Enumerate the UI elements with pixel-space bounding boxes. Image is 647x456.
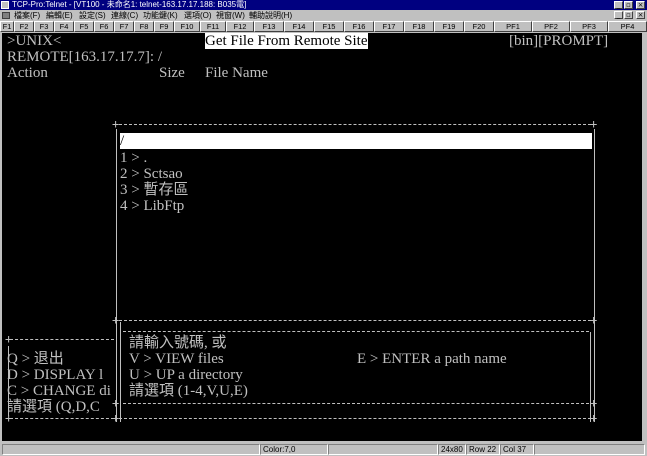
directory-entry[interactable]: 2 > Sctsao [120, 166, 183, 182]
doc-minimize-button[interactable]: _ [614, 11, 623, 19]
left-menu-quit[interactable]: Q > 退出 [7, 351, 64, 367]
menu-bar: 檔案(F) 編輯(E) 設定(S) 連線(C) 功能鍵(K) 選項(O) 視窗(… [0, 10, 647, 21]
mode-indicator: [bin][PROMPT] [509, 33, 609, 49]
fkey-f14[interactable]: F14 [284, 21, 314, 32]
fkey-f9[interactable]: F9 [154, 21, 174, 32]
fkey-f7[interactable]: F7 [114, 21, 134, 32]
box-border-right [594, 129, 595, 322]
left-menu-border-top [10, 339, 114, 340]
prompt-instruction: 請輸入號碼, 或 [129, 335, 227, 351]
minimize-button[interactable]: _ [614, 1, 623, 9]
column-file-name: File Name [205, 65, 268, 81]
box-corner: + [590, 411, 598, 425]
directory-entry[interactable]: 4 > LibFtp [120, 198, 184, 214]
fkey-f5[interactable]: F5 [74, 21, 94, 32]
fkey-f10[interactable]: F10 [174, 21, 200, 32]
status-col: Col 37 [500, 444, 534, 455]
fkey-f4[interactable]: F4 [54, 21, 74, 32]
directory-entry[interactable]: 3 > 暫存區 [120, 182, 188, 198]
fkey-f2[interactable]: F2 [14, 21, 34, 32]
option-up-directory[interactable]: U > UP a directory [129, 367, 243, 383]
fkey-f19[interactable]: F19 [434, 21, 464, 32]
left-menu-display[interactable]: D > DISPLAY l [7, 367, 103, 383]
menu-connection[interactable]: 連線(C) [111, 10, 138, 21]
box-border-top [119, 124, 591, 125]
status-color: Color:7,0 [260, 444, 328, 455]
box-corner: + [112, 396, 120, 410]
status-bar: Color:7,0 24x80 Row 22 Col 37 [0, 442, 647, 456]
option-prompt: 請選項 (1-4,V,U,E) [129, 383, 248, 399]
menu-help[interactable]: 輔助說明(H) [249, 10, 292, 21]
box-corner: + [590, 117, 598, 131]
fkey-pf3[interactable]: PF3 [570, 21, 608, 32]
fkey-f15[interactable]: F15 [314, 21, 344, 32]
close-button[interactable]: × [636, 1, 645, 9]
fkey-f20[interactable]: F20 [464, 21, 494, 32]
status-row: Row 22 [466, 444, 500, 455]
menu-file[interactable]: 檔案(F) [14, 10, 40, 21]
status-message [2, 444, 260, 455]
doc-close-button[interactable]: × [636, 11, 645, 19]
prompt-box-inner-top [123, 331, 589, 332]
fkey-f6[interactable]: F6 [94, 21, 114, 32]
maximize-button[interactable]: ▫ [624, 1, 633, 9]
box-border-left [116, 129, 117, 322]
left-menu-border-bottom [10, 418, 114, 419]
column-action: Action [7, 65, 48, 81]
status-size: 24x80 [438, 444, 466, 455]
fkey-f13[interactable]: F13 [254, 21, 284, 32]
prompt-box-top [119, 320, 591, 321]
prompt-box-inner-bottom [123, 403, 589, 404]
left-menu-prompt: 請選項 (Q,D,C [7, 399, 100, 415]
box-corner: + [5, 332, 13, 346]
menu-options[interactable]: 選項(O) [184, 10, 212, 21]
remote-path: REMOTE[163.17.17.7]: / [7, 49, 162, 65]
option-enter-path[interactable]: E > ENTER a path name [357, 351, 507, 367]
menu-settings[interactable]: 設定(S) [79, 10, 106, 21]
fkey-f3[interactable]: F3 [34, 21, 54, 32]
box-corner: + [590, 313, 598, 327]
divider-left-b [120, 322, 121, 422]
fkey-pf1[interactable]: PF1 [494, 21, 532, 32]
screen-heading: Get File From Remote Site [205, 33, 368, 49]
option-view-files[interactable]: V > VIEW files [129, 351, 224, 367]
menu-window[interactable]: 視窗(W) [216, 10, 245, 21]
terminal-screen[interactable]: >UNIX< Get File From Remote Site [bin][P… [2, 33, 642, 441]
prompt-box-bottom [119, 418, 591, 419]
fkey-f11[interactable]: F11 [200, 21, 226, 32]
column-size: Size [159, 65, 185, 81]
doc-maximize-button[interactable]: ▫ [624, 11, 633, 19]
directory-entry[interactable]: 1 > . [120, 150, 147, 166]
fkey-f17[interactable]: F17 [374, 21, 404, 32]
path-input-field[interactable]: / [120, 133, 592, 149]
system-label: >UNIX< [7, 33, 62, 49]
fkey-pf4[interactable]: PF4 [608, 21, 647, 32]
app-icon[interactable] [1, 1, 9, 9]
fkey-f12[interactable]: F12 [226, 21, 254, 32]
function-key-bar: F1 F2 F3 F4 F5 F6 F7 F8 F9 F10 F11 F12 F… [0, 21, 647, 32]
fkey-pf2[interactable]: PF2 [532, 21, 570, 32]
status-extra [534, 444, 645, 455]
window-title: TCP-Pro:Telnet - [VT100 - 未命名1: telnet-1… [12, 0, 247, 9]
fkey-f8[interactable]: F8 [134, 21, 154, 32]
document-icon[interactable] [2, 12, 10, 19]
fkey-f1[interactable]: F1 [0, 21, 14, 32]
menu-edit[interactable]: 編輯(E) [46, 10, 73, 21]
title-bar: TCP-Pro:Telnet - [VT100 - 未命名1: telnet-1… [0, 0, 647, 10]
left-menu-change[interactable]: C > CHANGE di [7, 383, 111, 399]
box-corner: + [590, 396, 598, 410]
box-corner: + [5, 411, 13, 425]
fkey-f18[interactable]: F18 [404, 21, 434, 32]
menu-function-keys[interactable]: 功能鍵(K) [143, 10, 178, 21]
status-blank [328, 444, 438, 455]
fkey-f16[interactable]: F16 [344, 21, 374, 32]
